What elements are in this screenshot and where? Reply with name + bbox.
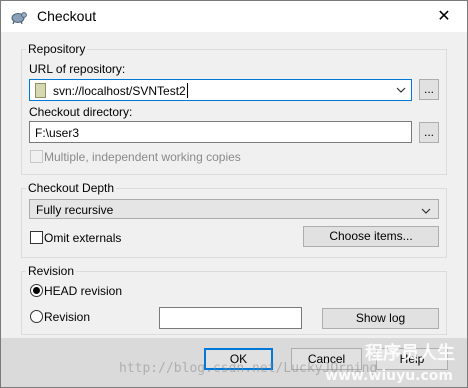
revision-group-label: Revision [26, 264, 77, 278]
checkout-directory-field[interactable]: F:\user3 [29, 121, 412, 143]
radio-selected-dot [33, 287, 40, 294]
tortoise-icon [11, 9, 27, 25]
multiple-working-copies-label: Multiple, independent working copies [44, 150, 241, 164]
checkout-depth-dropdown[interactable]: Fully recursive [29, 199, 439, 219]
url-browse-button[interactable]: ... [419, 79, 439, 100]
url-label: URL of repository: [29, 62, 126, 76]
checkout-directory-value: F:\user3 [35, 126, 80, 140]
revision-radio[interactable] [30, 310, 43, 323]
help-button[interactable]: Help [376, 348, 448, 370]
text-caret [187, 83, 188, 98]
head-revision-label: HEAD revision [44, 284, 123, 298]
revision-label: Revision [44, 310, 91, 324]
ok-button[interactable]: OK [204, 348, 273, 370]
omit-externals-checkbox[interactable] [30, 231, 43, 244]
checkout-depth-group-label: Checkout Depth [26, 181, 117, 195]
show-log-button[interactable]: Show log [322, 308, 439, 329]
cancel-button[interactable]: Cancel [291, 348, 362, 370]
window-title: Checkout [37, 8, 97, 24]
omit-externals-label: Omit externals [44, 231, 122, 245]
directory-browse-button[interactable]: ... [419, 122, 439, 143]
choose-items-button[interactable]: Choose items... [303, 226, 439, 247]
checkout-directory-label: Checkout directory: [29, 105, 133, 119]
title-bar[interactable]: Checkout ✕ [1, 1, 467, 32]
close-icon[interactable]: ✕ [421, 1, 467, 32]
checkout-depth-value: Fully recursive [36, 203, 114, 217]
revision-input[interactable] [159, 307, 302, 329]
multiple-working-copies-checkbox[interactable] [30, 150, 43, 163]
chevron-down-icon[interactable] [396, 84, 406, 94]
url-combobox[interactable]: svn://localhost/SVNTest2 [29, 79, 412, 101]
checkout-dialog: Checkout ✕ Repository URL of repository:… [0, 0, 468, 388]
chevron-down-icon[interactable] [421, 205, 431, 215]
repository-group-label: Repository [26, 42, 88, 56]
head-revision-radio[interactable] [30, 284, 43, 297]
url-value: svn://localhost/SVNTest2 [53, 84, 186, 98]
repository-url-icon [35, 83, 46, 98]
